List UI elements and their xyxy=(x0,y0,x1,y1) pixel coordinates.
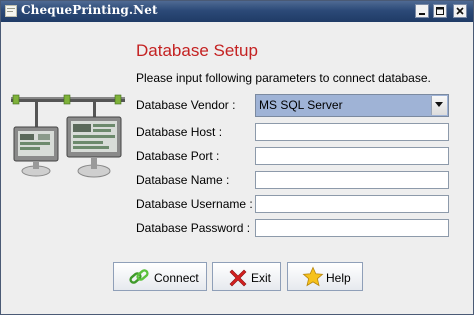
maximize-icon xyxy=(436,7,444,15)
port-input[interactable] xyxy=(255,147,449,165)
database-name-label: Database Name : xyxy=(136,173,230,187)
host-label: Database Host : xyxy=(136,125,223,139)
window-title: ChequePrinting.Net xyxy=(21,3,158,17)
star-icon xyxy=(302,266,324,287)
instructions-text: Please input following parameters to con… xyxy=(136,71,431,85)
port-label: Database Port : xyxy=(136,149,220,163)
help-button-label: Help xyxy=(326,271,351,285)
dropdown-arrow-button[interactable] xyxy=(431,96,447,115)
setup-window: ChequePrinting.Net Database Setup Please… xyxy=(0,0,474,315)
vendor-label: Database Vendor : xyxy=(136,98,236,112)
connect-button-label: Connect xyxy=(154,271,199,285)
network-computers-icon xyxy=(11,94,125,178)
minimize-icon xyxy=(419,13,425,15)
app-icon xyxy=(5,5,17,17)
minimize-button[interactable] xyxy=(415,4,429,18)
red-x-icon xyxy=(229,269,247,287)
host-input[interactable] xyxy=(255,123,449,141)
exit-button-label: Exit xyxy=(251,271,272,285)
username-input[interactable] xyxy=(255,195,449,213)
close-icon xyxy=(456,7,464,15)
username-label: Database Username : xyxy=(136,197,253,211)
page-title: Database Setup xyxy=(136,41,258,60)
exit-button[interactable]: Exit xyxy=(212,262,281,291)
maximize-button[interactable] xyxy=(433,4,447,18)
help-button[interactable]: Help xyxy=(287,262,363,291)
close-button[interactable] xyxy=(453,4,467,18)
database-name-input[interactable] xyxy=(255,171,449,189)
connect-button[interactable]: Connect xyxy=(113,262,207,291)
password-input[interactable] xyxy=(255,219,449,237)
password-label: Database Password : xyxy=(136,221,251,235)
title-bar[interactable]: ChequePrinting.Net xyxy=(1,1,473,22)
chevron-down-icon xyxy=(435,102,443,107)
chain-link-icon xyxy=(129,269,149,284)
vendor-select[interactable]: MS SQL Server xyxy=(255,94,449,117)
vendor-select-value: MS SQL Server xyxy=(259,98,343,112)
